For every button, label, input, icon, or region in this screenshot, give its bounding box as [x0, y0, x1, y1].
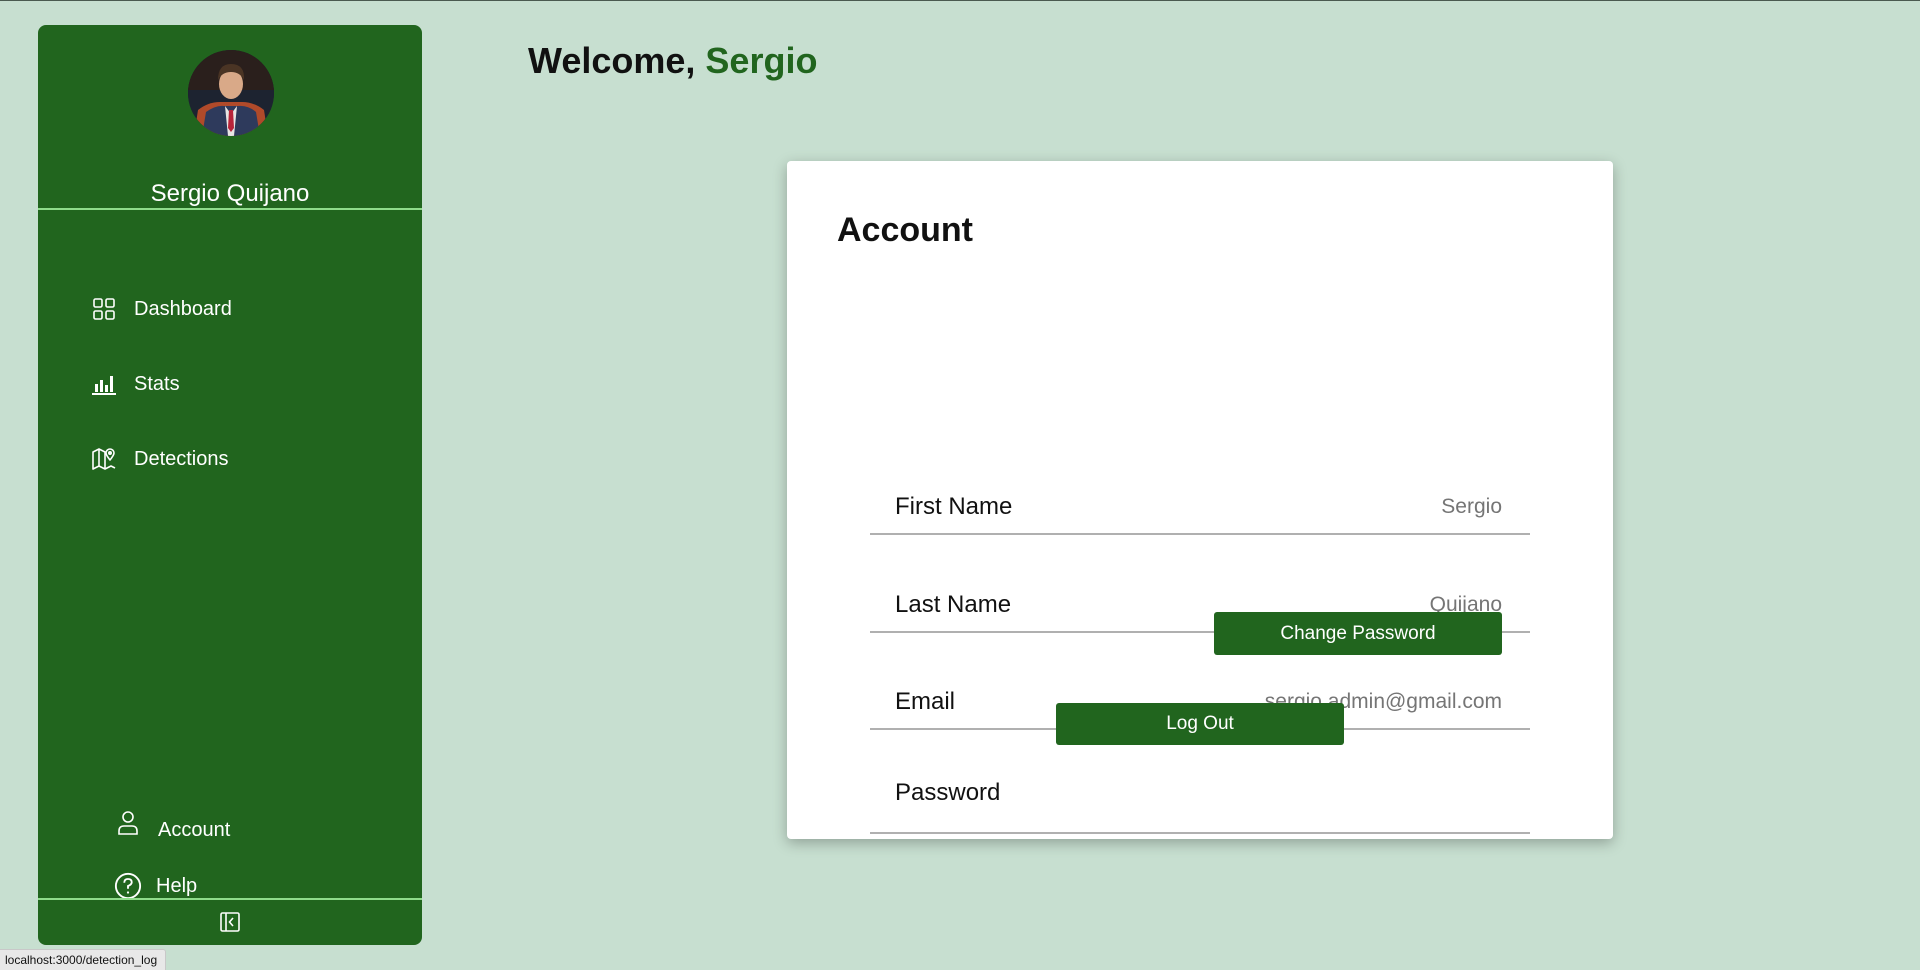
change-password-button[interactable]: Change Password [1214, 612, 1502, 655]
last-name-label: Last Name [895, 591, 1012, 618]
welcome-heading: Welcome, Sergio [528, 40, 817, 82]
window-top-border [0, 0, 1920, 1]
password-row: Password [870, 751, 1530, 834]
sidebar-item-dashboard[interactable]: Dashboard [90, 289, 390, 329]
grid-icon [90, 295, 118, 323]
map-pin-icon [90, 445, 118, 473]
account-title: Account [837, 211, 973, 249]
sidebar-item-stats[interactable]: Stats [90, 364, 390, 404]
user-icon [114, 809, 142, 837]
first-name-label: First Name [895, 493, 1013, 520]
bar-chart-icon [90, 370, 118, 398]
collapse-sidebar-button[interactable] [218, 911, 242, 937]
email-label: Email [895, 688, 956, 715]
welcome-prefix: Welcome, [528, 40, 706, 81]
profile-name: Sergio Quijano [150, 180, 310, 207]
sidebar-item-help[interactable]: Help [114, 866, 414, 906]
sidebar-divider [38, 898, 422, 900]
sidebar-item-label: Detections [134, 447, 229, 470]
sidebar-item-label: Dashboard [134, 297, 232, 320]
first-name-input[interactable] [1162, 495, 1502, 519]
sidebar-item-label: Help [156, 874, 198, 897]
sidebar: Sergio Quijano Dashboard Stats Detection… [38, 25, 422, 945]
welcome-name: Sergio [705, 40, 818, 81]
avatar-photo [188, 50, 274, 136]
status-bar-url: localhost:3000/detection_log [0, 949, 167, 970]
log-out-button[interactable]: Log Out [1056, 703, 1344, 745]
sidebar-item-account[interactable]: Account [114, 810, 414, 850]
sidebar-item-label: Stats [134, 372, 180, 395]
sidebar-item-detections[interactable]: Detections [90, 439, 390, 479]
sidebar-divider [38, 208, 422, 210]
avatar [188, 50, 274, 136]
sidebar-item-label: Account [158, 818, 231, 841]
collapse-sidebar-icon [220, 911, 240, 937]
help-circle-icon [114, 872, 142, 900]
first-name-row: First Name [870, 475, 1530, 535]
password-label: Password [895, 779, 1001, 806]
